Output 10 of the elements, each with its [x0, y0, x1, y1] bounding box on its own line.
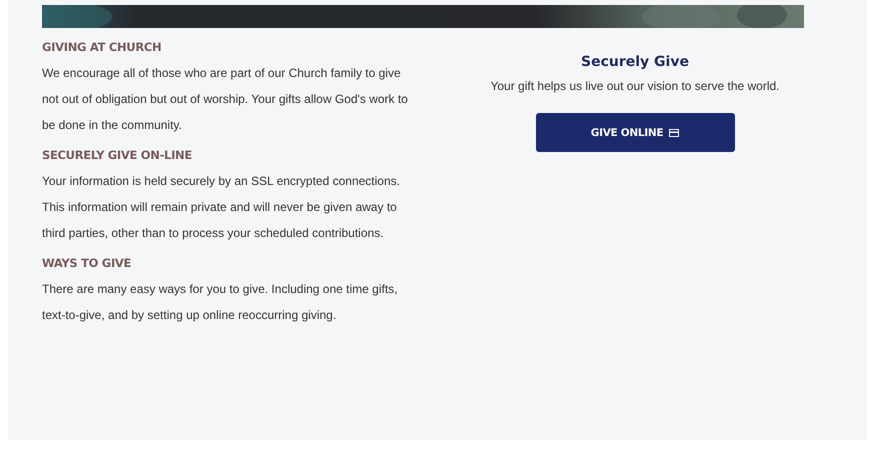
section-text: We encourage all of those who are part of our Church family to give not out of obligation but out of worship. Your gifts allow God's work to be done in the community.	[42, 65, 409, 134]
section-heading: WAYS TO GIVE	[42, 255, 132, 272]
give-title: Securely Give	[581, 53, 689, 72]
section-text: Your information is held securely by an SSL encrypted connections. This information will remain private and will never be given away to third parties, other than to process your scheduled contributions.	[42, 173, 401, 242]
give-online-button[interactable]: GIVE ONLINE	[536, 113, 734, 152]
section-heading: GIVING AT CHURCH	[42, 39, 162, 56]
section-heading: SECURELY GIVE ON-LINE	[42, 147, 193, 164]
give-subtitle: Your gift helps us live out our vision to serve the world.	[490, 79, 780, 93]
credit-card-icon	[669, 128, 680, 136]
section-text: There are many easy ways for you to give. Including one time gifts, text-to-give, and by setting up online reoccurring giving.	[42, 281, 399, 324]
